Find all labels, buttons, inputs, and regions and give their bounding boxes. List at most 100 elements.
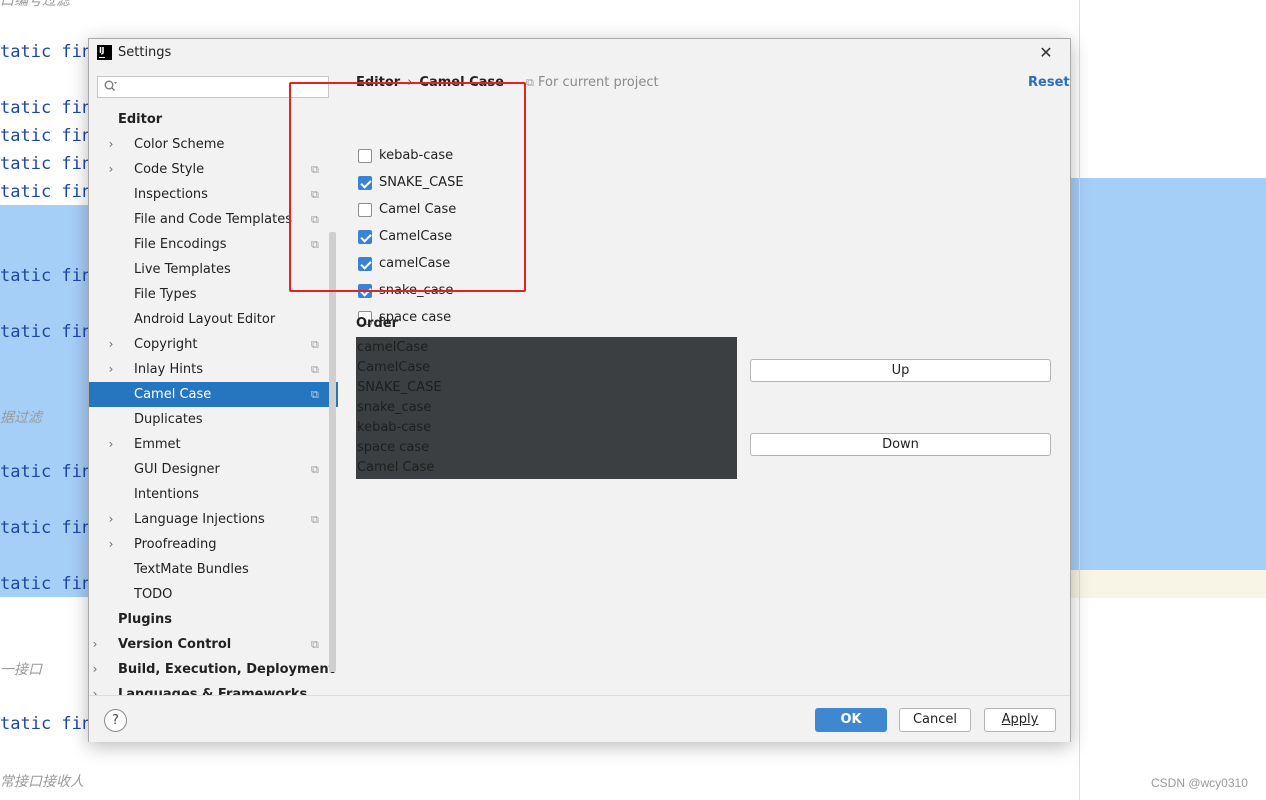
sidebar-item[interactable]: › Inlay Hints ⧉ [89,357,338,382]
search-icon [104,80,118,95]
apply-label: Apply [1001,712,1039,727]
code-line: tatic fin [0,42,93,62]
chevron-right-icon[interactable]: › [89,682,101,695]
sidebar-item[interactable]: › Language Injections ⧉ [89,507,338,532]
intellij-app-icon: IJ [97,45,112,60]
sidebar-item[interactable]: TODO [89,582,338,607]
code-line: tatic fin [0,98,93,118]
sidebar-item[interactable]: Android Layout Editor [89,307,338,332]
order-list[interactable]: camelCase CamelCase SNAKE_CASE snake_case ke… [356,337,737,479]
code-line: tatic fin [0,714,93,734]
sidebar-item-label: Camel Case [134,387,212,402]
title-bar[interactable]: IJ Settings ✕ [89,39,1070,67]
sidebar-item-label: Color Scheme [134,137,225,152]
sidebar-item-label: Plugins [118,612,172,627]
sidebar-item-label: File and Code Templates [134,212,292,227]
code-comment: 一接口 [0,662,42,678]
sidebar-item[interactable]: › Build, Execution, Deployment [89,657,338,682]
sidebar-item-label: Android Layout Editor [134,312,276,327]
reset-link[interactable]: Reset [1028,75,1070,90]
sidebar-item-label: Version Control [118,637,232,652]
sidebar-item-label: Inlay Hints [134,362,203,377]
sidebar-item-label: Code Style [134,162,205,177]
order-list-item[interactable]: SNAKE_CASE [357,378,442,398]
dialog-button-bar: ? OK Cancel Apply [89,695,1070,742]
code-line: tatic fin [0,182,93,202]
current-line-highlight [1070,570,1266,598]
sidebar-item[interactable]: Plugins [89,607,338,632]
code-line: tatic fin [0,154,93,174]
sidebar-item[interactable]: Camel Case ⧉ [89,382,338,407]
sidebar-item-label: Copyright [134,337,198,352]
sidebar-item-label: Language Injections [134,512,265,527]
project-level-icon: ⧉ [311,363,319,376]
chevron-right-icon[interactable]: › [89,657,101,682]
project-level-icon: ⧉ [311,513,319,526]
project-level-icon: ⧉ [311,338,319,351]
project-scope-label: ⧉ For current project [526,75,659,90]
chevron-right-icon[interactable]: › [89,632,101,657]
sidebar-item-label: File Encodings [134,237,227,252]
sidebar-item-label: Editor [118,112,163,127]
sidebar-item-label: Build, Execution, Deployment [118,662,335,677]
sidebar-item[interactable]: › Languages & Frameworks [89,682,338,695]
code-line: tatic fin [0,126,93,146]
sidebar-item-label: Languages & Frameworks [118,687,308,695]
annotation-highlight-box [289,82,526,292]
settings-dialog: IJ Settings ✕ Editor › Color Scheme › Code S… [88,38,1071,742]
sidebar-item-label: Emmet [134,437,181,452]
ok-button[interactable]: OK [815,708,887,732]
sidebar-item[interactable]: TextMate Bundles [89,557,338,582]
close-icon[interactable]: ✕ [1035,42,1057,64]
code-comment: 口编号过滤 [0,0,70,9]
order-list-item[interactable]: Camel Case [357,458,434,478]
cancel-button[interactable]: Cancel [899,708,971,732]
sidebar-item[interactable]: › Emmet [89,432,338,457]
chevron-right-icon[interactable]: › [105,132,117,157]
selection-highlight-left [0,205,90,597]
sidebar-item-label: TextMate Bundles [134,562,249,577]
chevron-right-icon[interactable]: › [105,507,117,532]
order-list-item[interactable]: kebab-case [357,418,431,438]
project-level-icon: ⧉ [311,463,319,476]
order-list-item[interactable]: space case [357,438,429,458]
sidebar-item-label: Live Templates [134,262,231,277]
editor-right-margin [1079,0,1080,800]
chevron-right-icon[interactable]: › [105,432,117,457]
project-copy-icon: ⧉ [526,76,534,89]
sidebar-scrollbar[interactable] [329,232,336,672]
up-button[interactable]: Up [750,359,1051,382]
chevron-right-icon[interactable]: › [105,157,117,182]
help-icon[interactable]: ? [104,709,127,732]
down-button[interactable]: Down [750,433,1051,456]
sidebar-item[interactable]: › Proofreading [89,532,338,557]
sidebar-item-label: Duplicates [134,412,203,427]
code-line: tatic fin [0,322,93,342]
sidebar-item[interactable]: Duplicates [89,407,338,432]
watermark: CSDN @wcy0310 [1151,776,1248,790]
sidebar-item-label: GUI Designer [134,462,220,477]
code-line: tatic fin [0,462,93,482]
sidebar-item-label: File Types [134,287,197,302]
sidebar-item-label: Inspections [134,187,208,202]
code-comment: 据过滤 [0,410,42,426]
apply-button[interactable]: Apply [984,708,1056,732]
sidebar-item[interactable]: GUI Designer ⧉ [89,457,338,482]
sidebar-item[interactable]: › Copyright ⧉ [89,332,338,357]
dialog-title: Settings [118,45,172,60]
code-line: tatic fin [0,574,93,594]
sidebar-item-label: TODO [134,587,173,602]
order-list-item[interactable]: snake_case [357,398,431,418]
order-list-item[interactable]: CamelCase [357,358,430,378]
order-list-item[interactable]: camelCase [357,338,428,358]
chevron-right-icon[interactable]: › [105,532,117,557]
sidebar-item[interactable]: › Version Control ⧉ [89,632,338,657]
selection-highlight-right [1070,178,1266,570]
code-line: tatic fin [0,518,93,538]
sidebar-item-label: Intentions [134,487,200,502]
sidebar-item[interactable]: Intentions [89,482,338,507]
chevron-right-icon[interactable]: › [105,357,117,382]
project-level-icon: ⧉ [311,388,319,401]
chevron-right-icon[interactable]: › [105,332,117,357]
code-line: tatic fin [0,266,93,286]
